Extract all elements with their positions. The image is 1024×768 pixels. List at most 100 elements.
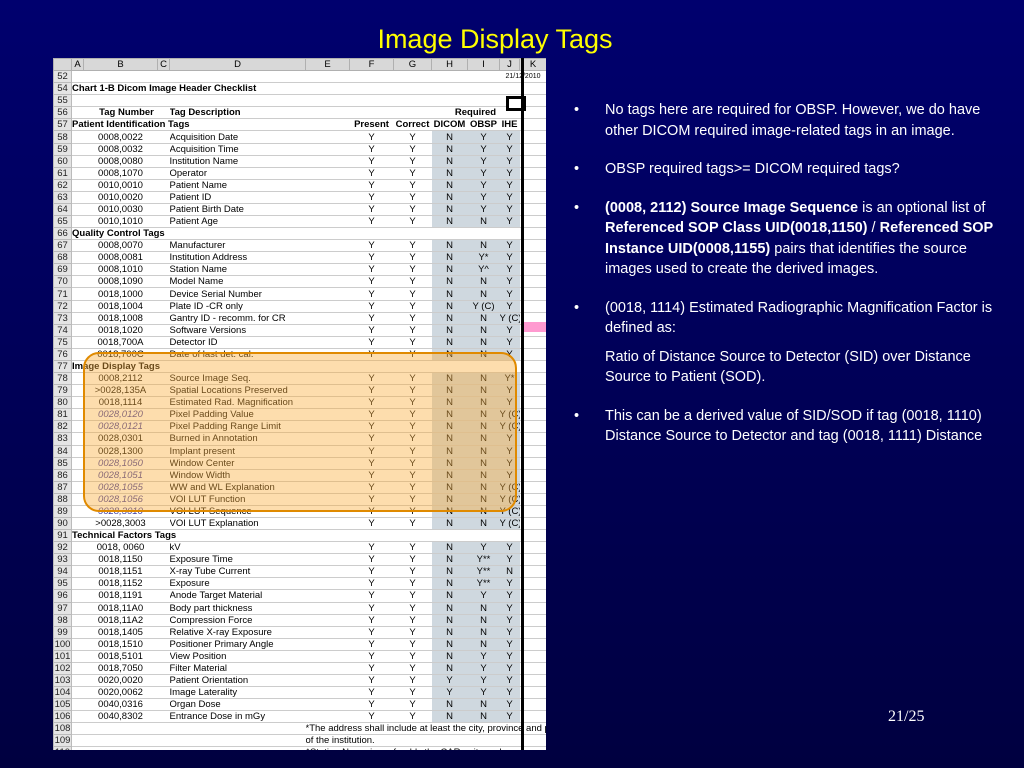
row-number: 81 xyxy=(53,408,72,422)
table-row: 72 0018,1004 Plate ID -CR only Y Y N Y (C) Y xyxy=(53,299,546,313)
tag-description: Model Name xyxy=(169,275,350,289)
dicom-value: N xyxy=(431,191,468,204)
obsp-value: Y (C) xyxy=(467,300,500,313)
obsp-value: Y^ xyxy=(467,263,500,277)
ihe-value: Y xyxy=(499,553,520,567)
present-value: Y xyxy=(349,239,394,253)
correct-value: Y xyxy=(393,638,432,651)
bullet-marker: • xyxy=(574,102,580,118)
ihe-value: Y xyxy=(499,263,520,277)
obsp-value: N xyxy=(467,626,500,639)
tag-description: Station Name xyxy=(169,263,350,277)
correct-value: Y xyxy=(393,263,432,277)
correct-value: Y xyxy=(393,517,432,531)
obsp-value: N xyxy=(467,614,500,627)
row-number: 106 xyxy=(53,710,72,724)
table-row: 64 0010,0030 Patient Birth Date Y Y N Y Y xyxy=(53,202,546,217)
column-letter: D xyxy=(169,58,306,72)
row-number: 74 xyxy=(53,323,72,337)
ihe-value: Y xyxy=(499,602,520,615)
row-number: 104 xyxy=(53,686,72,700)
row-number: 94 xyxy=(53,565,72,579)
tag-number: 0008,0032 xyxy=(83,143,158,156)
tag-number: 0008,0080 xyxy=(83,155,158,168)
tag-description: View Position xyxy=(169,650,350,663)
column-letter: C xyxy=(157,58,170,72)
dicom-value: N xyxy=(431,589,468,603)
table-row: 5221/12/2010 xyxy=(53,70,546,84)
present-value: Y xyxy=(349,203,394,217)
tag-number: 0018,1191 xyxy=(83,589,158,603)
column-letter: H xyxy=(431,58,468,72)
tag-description: Entrance Dose in mGy xyxy=(169,710,350,724)
present-value: Y xyxy=(349,215,394,229)
row-number: 72 xyxy=(53,299,72,313)
row-number: 57 xyxy=(53,118,72,132)
obsp-value: N xyxy=(467,239,500,253)
tag-description: Operator xyxy=(169,167,350,180)
ihe-value: Y xyxy=(499,300,520,313)
obsp-value: Y xyxy=(467,589,500,603)
ihe-value: Y xyxy=(499,336,520,349)
dicom-value: N xyxy=(431,239,468,253)
row-number: 102 xyxy=(53,661,72,675)
ihe-value: Y xyxy=(499,143,520,156)
dicom-value: Y xyxy=(431,674,468,688)
header-tag-description: Tag Description xyxy=(169,106,350,120)
bullet-text: This can be a derived value of SID/SOD i… xyxy=(605,407,983,445)
tag-number: 0020,0020 xyxy=(83,674,158,688)
dicom-value: N xyxy=(431,312,468,325)
correct-value: Y xyxy=(393,275,432,289)
obsp-value: N xyxy=(467,275,500,289)
tag-description: Device Serial Number xyxy=(169,287,350,301)
row-number: 78 xyxy=(53,372,72,386)
table-row: 69 0008,1010 Station Name Y Y N Y^ Y xyxy=(53,263,546,277)
row-number: 97 xyxy=(53,601,72,615)
present-value: Y xyxy=(349,565,394,579)
correct-value: Y xyxy=(393,626,432,639)
header-present: Present xyxy=(349,118,394,132)
dicom-value: N xyxy=(431,553,468,567)
table-row: 66 Quality Control Tags xyxy=(53,227,546,241)
present-value: Y xyxy=(349,336,394,349)
ihe-value: Y (C) xyxy=(499,312,520,325)
present-value: Y xyxy=(349,324,394,337)
dicom-value: N xyxy=(431,143,468,156)
table-row: 103 0020,0020 Patient Orientation Y Y Y Y Y xyxy=(53,673,546,688)
ihe-value: Y xyxy=(499,203,520,217)
table-row: 108 *The address shall include at least t… xyxy=(53,722,546,736)
bullet-list: • No tags here are required for OBSP. How… xyxy=(574,100,999,465)
column-letter: A xyxy=(71,58,84,72)
row-number: 66 xyxy=(53,227,72,241)
ihe-value: Y xyxy=(499,710,520,724)
row-number: 109 xyxy=(53,734,72,748)
row-number: 56 xyxy=(53,106,72,120)
dicom-value: N xyxy=(431,662,468,675)
present-value: Y xyxy=(349,263,394,277)
table-row: 60 0008,0080 Institution Name Y Y N Y Y xyxy=(53,154,546,168)
row-number: 101 xyxy=(53,649,72,663)
correct-value: Y xyxy=(393,130,432,144)
correct-value: Y xyxy=(393,662,432,675)
bullet-item: • OBSP required tags>= DICOM required tag… xyxy=(574,159,999,180)
correct-value: Y xyxy=(393,251,432,265)
tag-description: Organ Dose xyxy=(169,698,350,712)
ihe-value: Y xyxy=(499,155,520,168)
row-number: 52 xyxy=(53,70,72,84)
dicom-value: Y xyxy=(431,686,468,700)
image-display-tags-highlight xyxy=(83,352,517,512)
row-number: 80 xyxy=(53,396,72,410)
obsp-value: Y xyxy=(467,541,500,555)
dicom-value: N xyxy=(431,155,468,168)
table-row: 62 0010,0010 Patient Name Y Y N Y Y xyxy=(53,178,546,192)
ihe-value: Y xyxy=(499,662,520,675)
footnote: ^Station Name is preferably the CAR unit… xyxy=(305,746,546,750)
table-row: 74 0018,1020 Software Versions Y Y N N Y xyxy=(53,323,546,337)
header-obsp: OBSP xyxy=(467,118,500,132)
tag-number: 0018, 0060 xyxy=(83,541,158,555)
obsp-value: Y xyxy=(467,674,500,688)
correct-value: Y xyxy=(393,553,432,567)
tag-description: Patient Name xyxy=(169,179,350,192)
tag-number: 0018,1510 xyxy=(83,638,158,651)
row-number: 84 xyxy=(53,444,72,458)
